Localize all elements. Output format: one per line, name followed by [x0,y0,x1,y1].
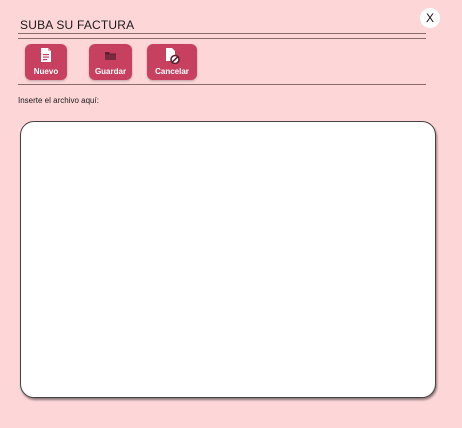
cancel-document-icon [147,48,197,64]
file-drop-area[interactable] [20,121,436,398]
toolbar-bottom-divider [18,84,426,85]
title-underline [18,33,426,34]
close-button[interactable]: X [420,8,440,28]
cancel-button-label: Cancelar [155,67,189,76]
cancel-button[interactable]: Cancelar [147,44,197,80]
dialog-title: SUBA SU FACTURA [20,18,135,32]
save-button[interactable]: Guardar [89,44,132,80]
folder-icon [89,48,132,64]
new-button[interactable]: Nuevo [25,44,67,80]
save-button-label: Guardar [94,67,127,76]
upload-instruction: Inserte el archivo aquí: [18,96,99,105]
toolbar-top-divider [18,38,426,39]
new-document-icon [25,48,67,64]
new-button-label: Nuevo [33,67,59,76]
